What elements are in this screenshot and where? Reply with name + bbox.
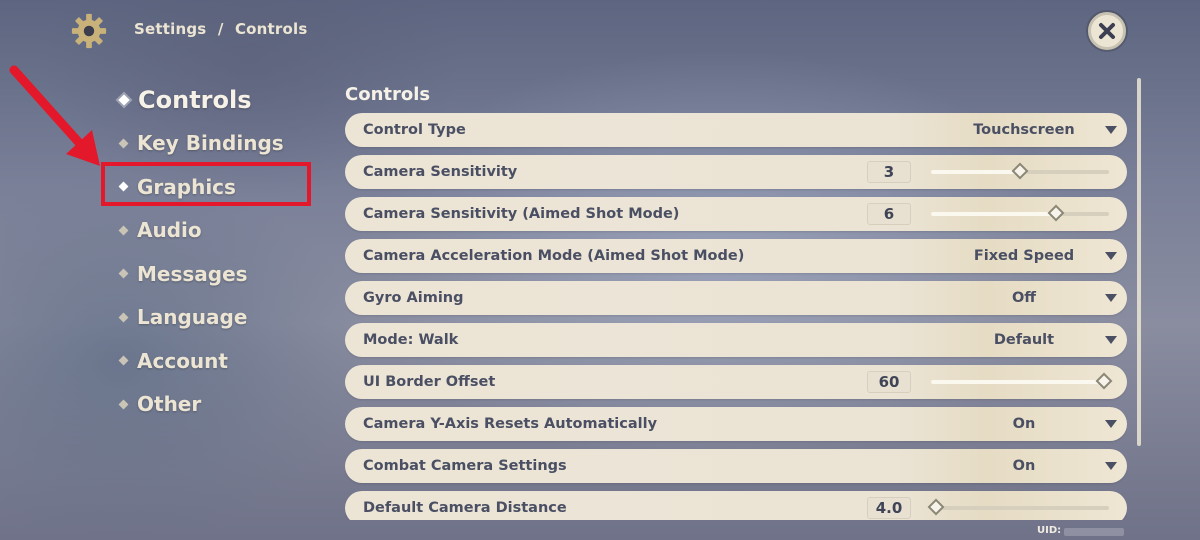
caret-down-icon[interactable] xyxy=(1105,462,1117,470)
setting-label: Default Camera Distance xyxy=(363,500,567,516)
dropdown-value[interactable]: Off xyxy=(925,290,1123,306)
setting-label: Camera Acceleration Mode (Aimed Shot Mod… xyxy=(363,248,745,264)
sidebar-item-messages[interactable]: Messages xyxy=(118,252,284,296)
close-icon xyxy=(1099,23,1115,39)
close-button[interactable] xyxy=(1088,12,1126,50)
settings-list: Control Type Touchscreen Camera Sensitivit… xyxy=(345,113,1127,520)
sidebar-item-language[interactable]: Language xyxy=(118,296,284,340)
sidebar-item-label: Messages xyxy=(137,261,248,286)
section-title: Controls xyxy=(345,84,431,105)
slider-handle[interactable] xyxy=(1011,162,1029,180)
setting-row[interactable]: Combat Camera Settings On xyxy=(345,449,1127,483)
sidebar-item-label: Graphics xyxy=(137,174,236,199)
sidebar-item-other[interactable]: Other xyxy=(118,383,284,427)
sidebar-item-controls[interactable]: Controls xyxy=(118,78,284,122)
breadcrumb-settings: Settings xyxy=(134,20,207,38)
caret-down-icon[interactable] xyxy=(1105,294,1117,302)
sidebar-item-label: Controls xyxy=(138,85,252,114)
sidebar-item-label: Key Bindings xyxy=(137,131,284,156)
breadcrumb: Settings / Controls xyxy=(134,20,308,38)
setting-label: Combat Camera Settings xyxy=(363,458,567,474)
sidebar-item-label: Language xyxy=(137,305,248,330)
uid-value-redacted xyxy=(1064,528,1124,536)
dropdown-value[interactable]: On xyxy=(925,416,1123,432)
diamond-icon xyxy=(118,312,129,323)
breadcrumb-separator: / xyxy=(217,20,224,38)
diamond-icon xyxy=(118,138,129,149)
diamond-icon xyxy=(118,399,129,410)
sidebar-item-label: Audio xyxy=(137,218,202,243)
scrollbar[interactable] xyxy=(1137,78,1141,446)
slider-handle[interactable] xyxy=(1047,204,1065,222)
uid-label: UID: xyxy=(1037,525,1062,536)
caret-down-icon[interactable] xyxy=(1105,420,1117,428)
setting-label: Control Type xyxy=(363,122,466,138)
slider-value: 6 xyxy=(867,203,911,225)
setting-label: Camera Sensitivity (Aimed Shot Mode) xyxy=(363,206,680,222)
setting-label: Mode: Walk xyxy=(363,332,459,348)
diamond-icon xyxy=(118,268,129,279)
sidebar-item-label: Account xyxy=(137,348,228,373)
diamond-icon xyxy=(118,225,129,236)
slider-fill xyxy=(931,212,1056,216)
slider-track[interactable] xyxy=(927,498,1109,516)
dropdown-value[interactable]: Touchscreen xyxy=(925,122,1123,138)
breadcrumb-controls: Controls xyxy=(234,20,308,38)
sidebar-menu: Controls Key Bindings Graphics Audio Mes… xyxy=(118,78,284,426)
slider-value: 60 xyxy=(867,371,911,393)
slider-value: 4.0 xyxy=(867,497,911,519)
diamond-icon xyxy=(118,355,129,366)
diamond-icon xyxy=(118,181,129,192)
caret-down-icon[interactable] xyxy=(1105,126,1117,134)
sidebar-item-graphics[interactable]: Graphics xyxy=(118,165,284,209)
setting-row[interactable]: Mode: Walk Default xyxy=(345,323,1127,357)
caret-down-icon[interactable] xyxy=(1105,336,1117,344)
setting-row[interactable]: Default Camera Distance 4.0 xyxy=(345,491,1127,520)
slider-fill xyxy=(931,170,1020,174)
setting-row[interactable]: Camera Acceleration Mode (Aimed Shot Mod… xyxy=(345,239,1127,273)
red-arrow-icon xyxy=(9,65,100,166)
dropdown-value[interactable]: Fixed Speed xyxy=(925,248,1123,264)
setting-row[interactable]: Control Type Touchscreen xyxy=(345,113,1127,147)
diamond-icon xyxy=(118,94,130,106)
slider-track[interactable] xyxy=(931,372,1113,390)
sidebar-item-label: Other xyxy=(137,392,202,417)
setting-label: Gyro Aiming xyxy=(363,290,464,306)
setting-label: Camera Y-Axis Resets Automatically xyxy=(363,416,658,432)
caret-down-icon[interactable] xyxy=(1105,252,1117,260)
sidebar-item-account[interactable]: Account xyxy=(118,339,284,383)
setting-row[interactable]: UI Border Offset 60 xyxy=(345,365,1127,399)
dropdown-value[interactable]: Default xyxy=(925,332,1123,348)
slider-value: 3 xyxy=(867,161,911,183)
slider-handle[interactable] xyxy=(1095,372,1113,390)
dropdown-value[interactable]: On xyxy=(925,458,1123,474)
setting-row[interactable]: Camera Y-Axis Resets Automatically On xyxy=(345,407,1127,441)
setting-row[interactable]: Gyro Aiming Off xyxy=(345,281,1127,315)
setting-label: Camera Sensitivity xyxy=(363,164,518,180)
slider-fill xyxy=(931,380,1104,384)
slider-track[interactable] xyxy=(931,204,1109,222)
slider-track[interactable] xyxy=(931,162,1109,180)
setting-label: UI Border Offset xyxy=(363,374,496,390)
sidebar-item-audio[interactable]: Audio xyxy=(118,209,284,253)
slider-handle[interactable] xyxy=(927,498,945,516)
gear-icon xyxy=(71,13,107,49)
setting-row[interactable]: Camera Sensitivity 3 xyxy=(345,155,1127,189)
sidebar-item-key-bindings[interactable]: Key Bindings xyxy=(118,122,284,166)
setting-row[interactable]: Camera Sensitivity (Aimed Shot Mode) 6 xyxy=(345,197,1127,231)
